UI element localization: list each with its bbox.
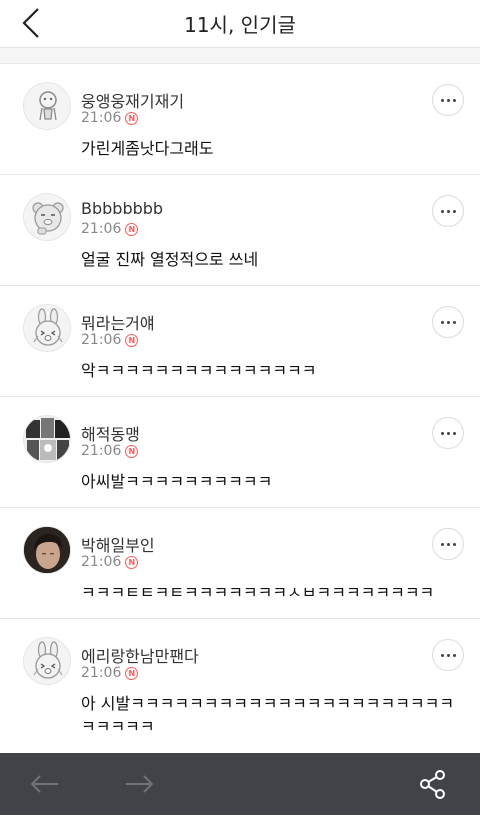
comment-text: 얼굴 진짜 열정적으로 쓰네 [81,250,259,269]
comment-item: Bbbbbbbb 21:06 N 얼굴 진짜 열정적으로 쓰네 [0,175,480,286]
comment-meta: 21:06 N [81,110,139,126]
nav-forward-button[interactable] [122,769,156,799]
comment-text: ㅋㅋㅋㅌㅌㅋㅌㅋㅋㅋㅋㅋㅋㅋㅅㅂㅋㅋㅋㅋㅋㅋㅋㅋ [81,583,435,602]
comment-nickname[interactable]: 에리랑한남만팬다 [81,643,199,667]
bottom-toolbar [0,753,480,815]
comment-time: 21:06 [81,554,122,570]
comment-item: 웅앵웅재기재기 21:06 N 가린게좀낫다그래도 [0,64,480,175]
new-badge: N [125,222,139,236]
new-badge: N [125,555,139,569]
more-dots-icon [440,542,444,546]
manga-collage-avatar [24,416,70,462]
more-dot [452,431,456,435]
comment-time: 21:06 [81,110,122,126]
new-badge: N [125,111,139,125]
share-button[interactable] [416,769,450,799]
comment-time: 21:06 [81,665,122,681]
more-dots-icon [440,320,444,324]
avatar[interactable] [23,193,71,241]
more-dots-icon [440,431,444,435]
avatar[interactable] [23,637,71,685]
comment-meta: 21:06 N [81,221,139,237]
more-options-button[interactable] [432,195,464,227]
avatar[interactable] [23,82,71,130]
more-dot [446,431,450,435]
comment-text: 가린게좀낫다그래도 [81,139,214,158]
new-badge: N [125,333,139,347]
person-photo-avatar [24,527,70,573]
ryan-bear-icon [32,202,64,235]
share-icon [420,770,445,799]
more-dot [452,653,456,657]
more-dots-icon [440,653,444,657]
comment-meta: 21:06 N [81,443,139,459]
crying-rabbit-icon [33,641,63,679]
more-options-button[interactable] [432,528,464,560]
comment-nickname[interactable]: 해적동맹 [81,421,140,445]
comment-meta: 21:06 N [81,332,139,348]
new-badge: N [125,444,139,458]
header-divider [0,48,480,64]
more-dot [452,320,456,324]
comment-item: 에리랑한남만팬다 21:06 N 아 시발ㅋㅋㅋㅋㅋㅋㅋㅋㅋㅋㅋㅋㅋㅋㅋㅋㅋㅋㅋ… [0,619,480,752]
more-dot [452,542,456,546]
comment-list: 웅앵웅재기재기 21:06 N 가린게좀낫다그래도 Bbbbbbbb 21:06 [0,64,480,752]
header-bar: 11시, 인기글 [0,0,480,48]
arrow-right-icon [126,775,154,793]
nav-back-button[interactable] [28,769,62,799]
more-options-button[interactable] [432,306,464,338]
comment-meta: 21:06 N [81,554,139,570]
more-dots-icon [440,98,444,102]
comment-nickname[interactable]: Bbbbbbbb [81,199,163,218]
comment-text: 아씨발ㅋㅋㅋㅋㅋㅋㅋㅋㅋㅋ [81,472,273,491]
comment-nickname[interactable]: 웅앵웅재기재기 [81,88,184,112]
comment-meta: 21:06 N [81,665,139,681]
comment-item: 뭐라는거얘 21:06 N 악ㅋㅋㅋㅋㅋㅋㅋㅋㅋㅋㅋㅋㅋㅋㅋ [0,286,480,397]
more-dot [446,542,450,546]
comment-item: 해적동맹 21:06 N 아씨발ㅋㅋㅋㅋㅋㅋㅋㅋㅋㅋ [0,397,480,508]
avatar[interactable] [23,415,71,463]
crying-rabbit-icon [33,308,63,346]
avatar[interactable] [23,526,71,574]
more-dots-icon [440,209,444,213]
more-dot [452,209,456,213]
more-dot [452,98,456,102]
more-dot [446,98,450,102]
more-dot [446,653,450,657]
comment-nickname[interactable]: 뭐라는거얘 [81,310,155,334]
comment-item: 박해일부인 21:06 N ㅋㅋㅋㅌㅌㅋㅌㅋㅋㅋㅋㅋㅋㅋㅅㅂㅋㅋㅋㅋㅋㅋㅋㅋ [0,508,480,619]
comment-time: 21:06 [81,332,122,348]
more-dot [446,320,450,324]
comment-time: 21:06 [81,443,122,459]
comment-nickname[interactable]: 박해일부인 [81,532,155,556]
comment-text: 악ㅋㅋㅋㅋㅋㅋㅋㅋㅋㅋㅋㅋㅋㅋㅋ [81,361,317,380]
arrow-left-icon [30,775,58,793]
avatar[interactable] [23,304,71,352]
grey-bear-icon [39,91,57,121]
comment-text: 아 시발ㅋㅋㅋㅋㅋㅋㅋㅋㅋㅋㅋㅋㅋㅋㅋㅋㅋㅋㅋㅋㅋㅋㅋㅋㅋㅋㅋ [81,694,455,736]
more-dot [446,209,450,213]
more-options-button[interactable] [432,639,464,671]
new-badge: N [125,666,139,680]
more-options-button[interactable] [432,417,464,449]
comment-time: 21:06 [81,221,122,237]
page-title: 11시, 인기글 [184,13,296,37]
more-options-button[interactable] [432,84,464,116]
